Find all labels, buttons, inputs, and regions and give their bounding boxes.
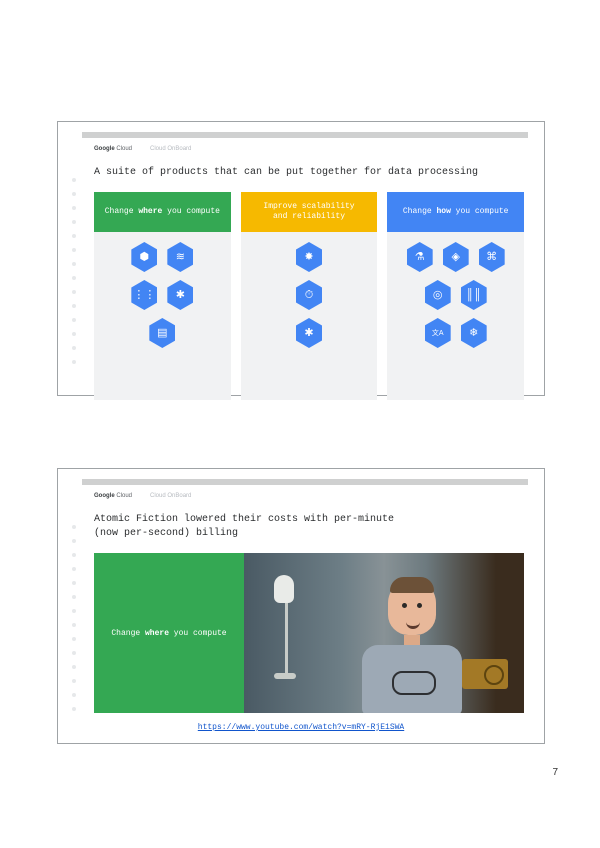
lamp-icon	[274, 575, 298, 685]
speech-api-icon: ║║	[461, 280, 487, 310]
translate-api-icon: 文A	[425, 318, 451, 348]
vision-api-icon: ◈	[443, 242, 469, 272]
nlp-api-icon: ❄	[461, 318, 487, 348]
pubsub-icon: ⋮⋮	[131, 280, 157, 310]
brand-name: Google Cloud	[94, 146, 132, 152]
bigquery-icon: ◎	[425, 280, 451, 310]
column-how: Change how you compute ⚗ ◈ ⌘ ◎ ║║ 文A ❄	[387, 192, 524, 400]
radio-prop-icon	[462, 659, 508, 689]
column-head-scalability: Improve scalabilityand reliability	[241, 192, 378, 232]
slide-top-strip	[82, 479, 528, 485]
column-where: Change where you compute ⬢ ≋ ⋮⋮ ✱ ▤	[94, 192, 231, 400]
column-body-how: ⚗ ◈ ⌘ ◎ ║║ 文A ❄	[387, 232, 524, 400]
slide2-youtube-link[interactable]: https://www.youtube.com/watch?v=mRY-RjE1…	[58, 723, 544, 732]
brand-sub: Cloud OnBoard	[150, 493, 191, 499]
compute-engine-icon: ⬢	[131, 242, 157, 272]
brand-row: Google Cloud Cloud OnBoard	[94, 146, 544, 152]
slide-1: Google Cloud Cloud OnBoard A suite of pr…	[57, 121, 545, 396]
genomics-icon: ⌘	[479, 242, 505, 272]
dataproc-icon: ✸	[296, 242, 322, 272]
slide-side-dots	[72, 178, 76, 364]
column-body-where: ⬢ ≋ ⋮⋮ ✱ ▤	[94, 232, 231, 400]
cloud-storage-icon: ≋	[167, 242, 193, 272]
datastore-icon: ▤	[149, 318, 175, 348]
ml-engine-icon: ⚗	[407, 242, 433, 272]
slide2-title: Atomic Fiction lowered their costs with …	[94, 513, 544, 541]
column-head-how: Change how you compute	[387, 192, 524, 232]
dataflow-icon: ✱	[296, 318, 322, 348]
slide1-columns: Change where you compute ⬢ ≋ ⋮⋮ ✱ ▤ Impr…	[94, 192, 524, 400]
page-number: 7	[552, 767, 558, 778]
brand-row: Google Cloud Cloud OnBoard	[94, 493, 544, 499]
cloud-scheduler-icon: ⏱	[296, 280, 322, 310]
slide-2: Google Cloud Cloud OnBoard Atomic Fictio…	[57, 468, 545, 744]
slide2-body: Change where you compute	[94, 553, 524, 713]
column-body-scalability: ✸ ⏱ ✱	[241, 232, 378, 400]
column-head-where: Change where you compute	[94, 192, 231, 232]
person-illustration	[352, 579, 472, 713]
brand-name: Google Cloud	[94, 493, 132, 499]
brand-sub: Cloud OnBoard	[150, 146, 191, 152]
dataflow-icon: ✱	[167, 280, 193, 310]
slide2-green-panel: Change where you compute	[94, 553, 244, 713]
slide2-video-thumbnail[interactable]	[244, 553, 524, 713]
slide-side-dots	[72, 525, 76, 711]
column-scalability: Improve scalabilityand reliability ✸ ⏱ ✱	[241, 192, 378, 400]
slide1-title: A suite of products that can be put toge…	[94, 166, 544, 180]
slide-top-strip	[82, 132, 528, 138]
